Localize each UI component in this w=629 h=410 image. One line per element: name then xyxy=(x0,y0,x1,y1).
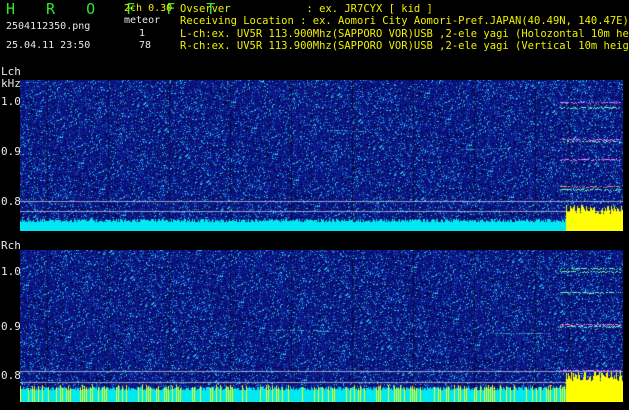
rch-meteor-count: 78 xyxy=(139,40,152,51)
lch-freq-tick: 0.9 xyxy=(1,145,21,158)
lch-info-line: L-ch:ex. UV5R 113.900Mhz(SAPPORO VOR)USB… xyxy=(180,28,629,40)
observer-line: Ovserver : ex. JR7CYX [ kid ] xyxy=(180,3,433,15)
rch-freq-tick: 0.9 xyxy=(1,320,21,333)
location-line: Receiving Location : ex. Aomori City Aom… xyxy=(180,15,629,27)
rch-freq-tick: 1.0 xyxy=(1,265,21,278)
lch-freq-tick: 0.8 xyxy=(1,195,21,208)
rch-channel-label: Rch xyxy=(1,239,21,252)
rch-spectrogram xyxy=(20,250,623,402)
meteor-label: meteor xyxy=(124,15,161,26)
rch-freq-tick: 0.8 xyxy=(1,369,21,382)
lch-spectrogram xyxy=(20,80,623,231)
filename-label: 2504112350.png xyxy=(6,21,91,32)
lch-freq-tick: 1.0 xyxy=(1,95,21,108)
lch-unit-label: kHz xyxy=(1,77,21,90)
lch-meteor-count: 1 xyxy=(139,28,146,39)
datetime-label: 25.04.11 23:50 xyxy=(6,40,91,51)
rch-info-line: R-ch:ex. UV5R 113.900Mhz(SAPPORO VOR)USB… xyxy=(180,40,629,52)
channel-version-label: 2ch 0.30 xyxy=(124,3,173,14)
